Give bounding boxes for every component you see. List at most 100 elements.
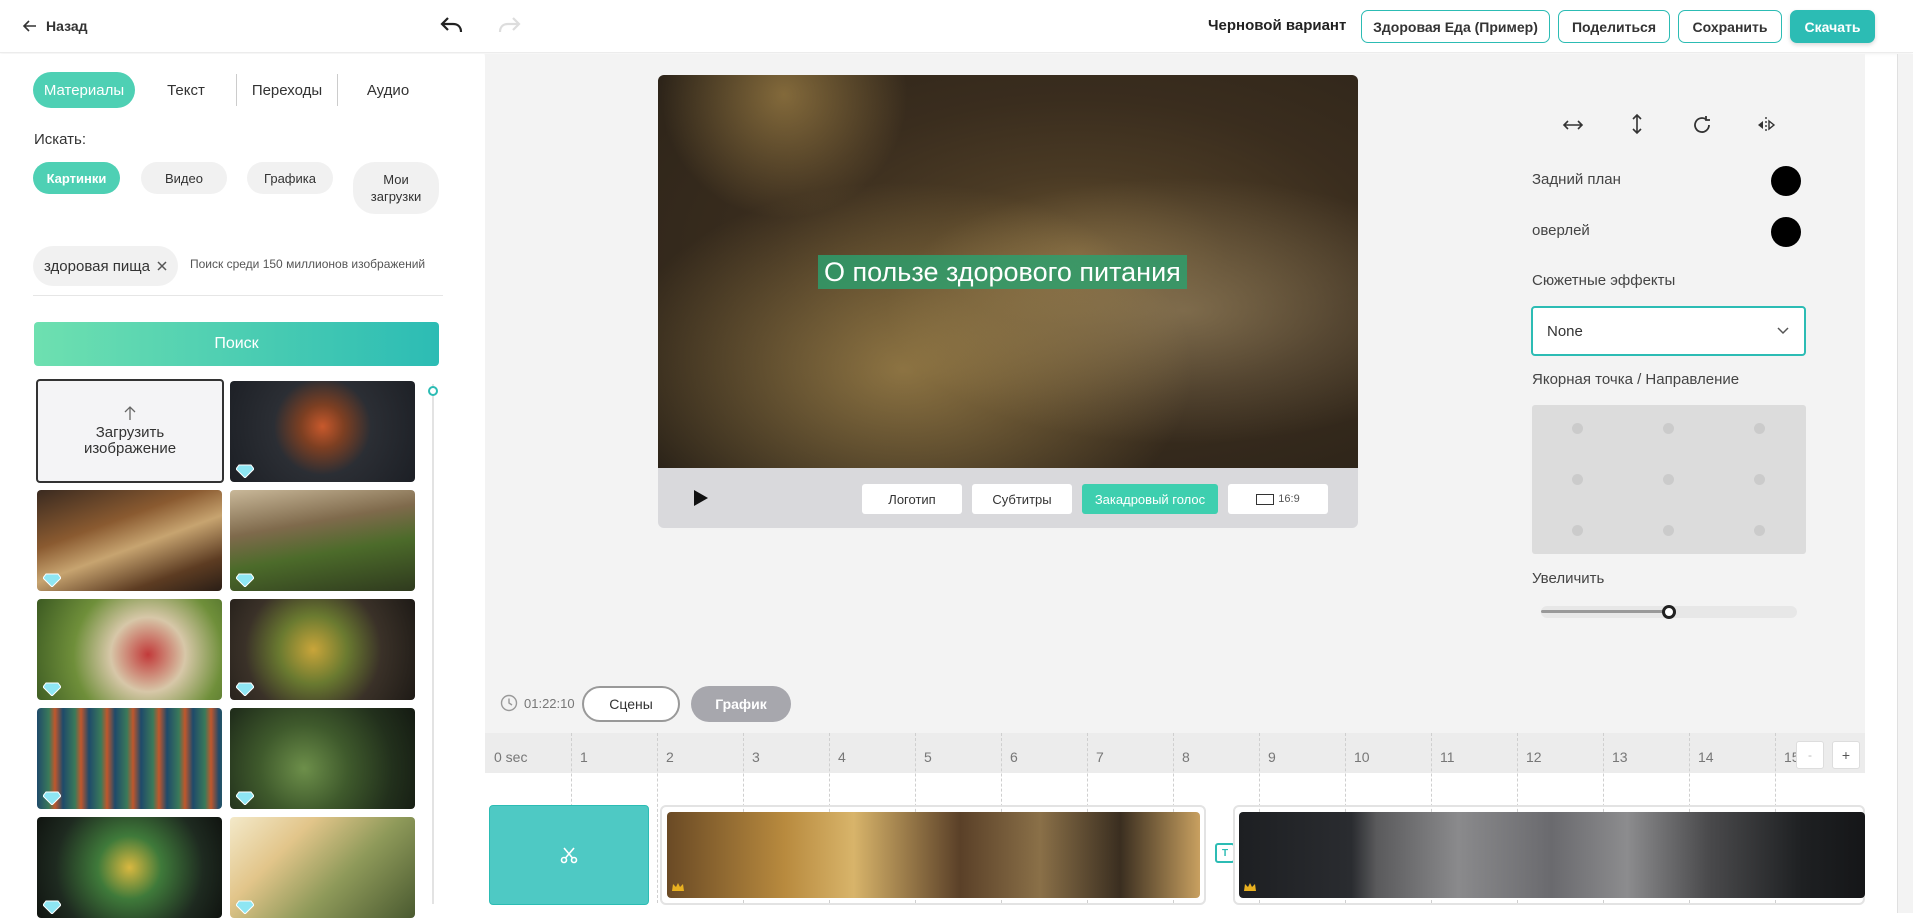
background-color-swatch[interactable] — [1771, 166, 1801, 196]
scene-clip[interactable] — [1239, 812, 1865, 898]
anchor-point[interactable] — [1663, 525, 1674, 536]
duration-text: 01:22:10 — [524, 695, 575, 711]
intro-clip[interactable] — [489, 805, 649, 905]
page-scrollbar[interactable] — [1897, 54, 1913, 913]
premium-diamond-icon — [236, 464, 254, 478]
tick-label: 3 — [752, 749, 760, 765]
flip-button[interactable] — [1755, 114, 1777, 136]
image-thumbnail[interactable] — [37, 599, 222, 700]
tick-label: 0 sec — [494, 749, 528, 765]
search-tag[interactable]: здоровая пища — [33, 246, 178, 286]
graph-mode-button[interactable]: График — [691, 686, 791, 722]
redo-button[interactable] — [497, 12, 523, 38]
scrollbar-track[interactable] — [432, 384, 434, 904]
subtitles-button[interactable]: Субтитры — [972, 484, 1072, 514]
aspect-ratio-label: 16:9 — [1278, 493, 1300, 505]
stretch-vertical-button[interactable] — [1627, 113, 1647, 135]
anchor-point[interactable] — [1572, 474, 1583, 485]
tab-materials[interactable]: Материалы — [33, 72, 135, 108]
overlay-color-swatch[interactable] — [1771, 217, 1801, 247]
tick-label: 1 — [580, 749, 588, 765]
premium-diamond-icon — [43, 682, 61, 696]
media-type-video[interactable]: Видео — [141, 162, 227, 194]
image-thumbnail[interactable] — [230, 708, 415, 809]
anchor-label: Якорная точка / Направление — [1532, 371, 1740, 388]
save-button[interactable]: Сохранить — [1678, 10, 1782, 43]
project-name-button[interactable]: Здоровая Еда (Пример) — [1361, 10, 1550, 43]
anchor-point[interactable] — [1754, 474, 1765, 485]
image-thumbnail[interactable] — [230, 490, 415, 591]
back-button[interactable]: Назад — [22, 14, 88, 38]
upload-image-tile[interactable]: Загрузить изображение — [36, 379, 224, 483]
tick-label: 4 — [838, 749, 846, 765]
image-thumbnail[interactable] — [230, 817, 415, 918]
timeline-zoom-out-button[interactable]: - — [1796, 741, 1824, 769]
download-button[interactable]: Скачать — [1790, 10, 1875, 43]
premium-diamond-icon — [236, 573, 254, 587]
clock-icon — [500, 694, 518, 712]
timeline-ruler[interactable]: 0 sec 1 2 3 4 5 6 7 8 9 10 11 12 13 14 1… — [485, 733, 1865, 773]
search-button[interactable]: Поиск — [34, 322, 439, 366]
image-thumbnail[interactable] — [37, 490, 222, 591]
play-button[interactable] — [690, 488, 710, 508]
preview-controls: Логотип Субтитры Закадровый голос 16:9 — [658, 468, 1358, 528]
undo-button[interactable] — [438, 12, 464, 38]
anchor-point[interactable] — [1754, 525, 1765, 536]
duration-display: 01:22:10 — [500, 694, 575, 712]
anchor-grid[interactable] — [1532, 405, 1806, 554]
image-thumbnail[interactable] — [230, 599, 415, 700]
text-marker[interactable]: T — [1215, 843, 1235, 863]
tick-label: 12 — [1526, 749, 1542, 765]
video-preview[interactable]: О пользе здорового питания — [658, 75, 1358, 468]
tab-transitions[interactable]: Переходы — [243, 72, 331, 108]
crown-icon — [672, 883, 684, 891]
caption-text: О пользе здорового питания — [824, 256, 1181, 287]
tab-audio[interactable]: Аудио — [348, 72, 428, 108]
logo-button[interactable]: Логотип — [862, 484, 962, 514]
rotate-button[interactable] — [1691, 114, 1713, 136]
tick-label: 5 — [924, 749, 932, 765]
timeline-zoom-in-button[interactable]: + — [1832, 741, 1860, 769]
caption-box[interactable]: О пользе здорового питания — [818, 255, 1187, 289]
effects-select[interactable]: None — [1531, 306, 1806, 356]
scrollbar-thumb[interactable] — [428, 386, 438, 396]
scene-clip[interactable] — [667, 812, 1200, 898]
chevron-down-icon — [1777, 327, 1789, 335]
tick-label: 7 — [1096, 749, 1104, 765]
timeline: 0 sec 1 2 3 4 5 6 7 8 9 10 11 12 13 14 1… — [485, 733, 1865, 913]
redo-icon — [498, 17, 521, 33]
image-thumbnail[interactable] — [37, 817, 222, 918]
background-label: Задний план — [1532, 171, 1621, 188]
tick-label: 10 — [1354, 749, 1370, 765]
share-button[interactable]: Поделиться — [1558, 10, 1670, 43]
stretch-horizontal-button[interactable] — [1562, 115, 1584, 135]
tab-text[interactable]: Текст — [150, 72, 222, 108]
media-type-my-uploads[interactable]: Мои загрузки — [353, 162, 439, 214]
zoom-slider-fill — [1541, 610, 1669, 613]
tab-divider — [337, 74, 338, 106]
tick-label: 11 — [1440, 749, 1455, 765]
premium-diamond-icon — [236, 791, 254, 805]
scenes-mode-button[interactable]: Сцены — [582, 686, 680, 722]
tick-label: 14 — [1698, 749, 1714, 765]
aspect-ratio-button[interactable]: 16:9 — [1228, 484, 1328, 514]
zoom-slider-track[interactable] — [1541, 605, 1797, 619]
image-thumbnail[interactable] — [37, 708, 222, 809]
anchor-point[interactable] — [1572, 525, 1583, 536]
upload-label: Загрузить изображение — [83, 424, 177, 457]
media-type-graphics[interactable]: Графика — [247, 162, 333, 194]
search-heading: Искать: — [34, 131, 87, 148]
anchor-point[interactable] — [1663, 423, 1674, 434]
divider — [33, 295, 443, 296]
anchor-point[interactable] — [1572, 423, 1583, 434]
premium-diamond-icon — [236, 682, 254, 696]
zoom-slider-thumb[interactable] — [1662, 605, 1676, 619]
anchor-point[interactable] — [1754, 423, 1765, 434]
image-thumbnail[interactable] — [230, 381, 415, 482]
anchor-point[interactable] — [1663, 474, 1674, 485]
tick-label: 8 — [1182, 749, 1190, 765]
close-icon[interactable] — [156, 260, 168, 272]
voiceover-button[interactable]: Закадровый голос — [1082, 484, 1218, 514]
premium-diamond-icon — [43, 900, 61, 914]
media-type-images[interactable]: Картинки — [33, 162, 120, 194]
